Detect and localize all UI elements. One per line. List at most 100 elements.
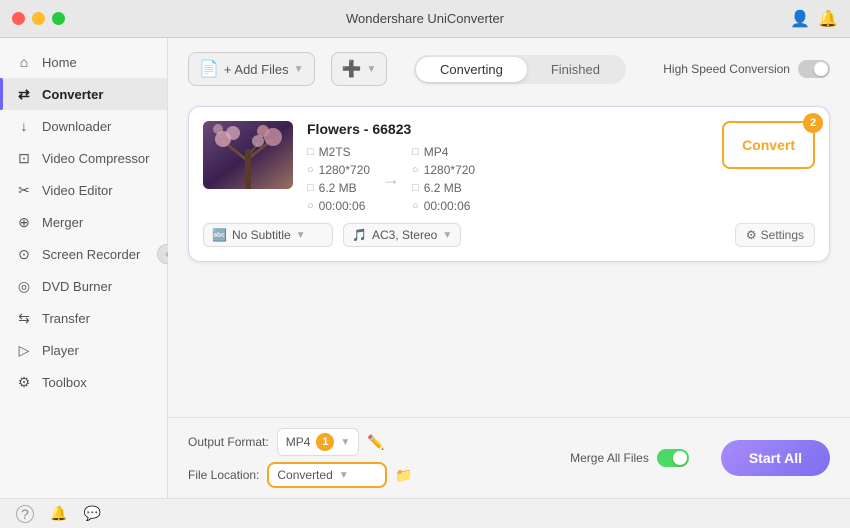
sidebar-label-converter: Converter — [42, 87, 103, 102]
subtitle-value: No Subtitle — [232, 228, 291, 242]
sidebar-label-dvd: DVD Burner — [42, 279, 112, 294]
source-size-row: □ 6.2 MB — [307, 181, 370, 195]
sidebar-label-editor: Video Editor — [42, 183, 113, 198]
compressor-icon: ⊡ — [16, 150, 32, 166]
content-area: 📄 + Add Files ▼ ➕ ▼ Converting Finished … — [168, 38, 850, 498]
tab-converting-label: Converting — [440, 62, 503, 77]
source-resolution: 1280*720 — [319, 163, 370, 177]
format-chevron: ▼ — [340, 437, 350, 448]
add-more-icon: ➕ — [342, 59, 362, 79]
converter-icon: ⇄ — [16, 86, 32, 102]
location-value: Converted — [277, 468, 332, 482]
app-title: Wondershare UniConverter — [346, 11, 504, 26]
titlebar: Wondershare UniConverter 👤 🔔 — [0, 0, 850, 38]
settings-label: Settings — [761, 228, 804, 242]
target-resolution: 1280*720 — [424, 163, 475, 177]
settings-icon: ⚙ — [746, 228, 757, 242]
format-select[interactable]: MP4 1 ▼ — [277, 428, 360, 456]
source-meta: □ M2TS ○ 1280*720 □ 6.2 MB — [307, 145, 370, 213]
convert-label: Convert — [742, 137, 795, 153]
toolbox-icon: ⚙ — [16, 374, 32, 390]
format-value: MP4 — [286, 435, 311, 449]
convert-button[interactable]: Convert — [722, 121, 815, 169]
bell-icon[interactable]: 🔔 — [818, 9, 838, 29]
titlebar-icons: 👤 🔔 — [790, 9, 838, 29]
arrow-icon: → — [382, 169, 400, 190]
audio-icon: 🎵 — [352, 228, 367, 242]
file-card-bottom: 🔤 No Subtitle ▼ 🎵 AC3, Stereo ▼ ⚙ Settin… — [203, 223, 815, 247]
high-speed-group: High Speed Conversion — [663, 60, 830, 78]
add-files-icon: 📄 — [199, 59, 219, 79]
target-meta: □ MP4 ○ 1280*720 □ 6.2 MB — [412, 145, 475, 213]
start-all-button[interactable]: Start All — [721, 440, 830, 476]
settings-button[interactable]: ⚙ Settings — [735, 223, 815, 247]
file-location-select[interactable]: Converted ▼ — [267, 462, 387, 488]
editor-icon: ✂ — [16, 182, 32, 198]
sidebar-item-video-compressor[interactable]: ⊡ Video Compressor — [0, 142, 167, 174]
tab-converting[interactable]: Converting — [416, 57, 527, 82]
file-list: Flowers - 66823 □ M2TS ○ 1280*720 — [168, 96, 850, 417]
sidebar-label-recorder: Screen Recorder — [42, 247, 140, 262]
sidebar-item-player[interactable]: ▷ Player — [0, 334, 167, 366]
audio-value: AC3, Stereo — [372, 228, 437, 242]
file-location-label: File Location: — [188, 468, 259, 482]
sidebar-item-dvd-burner[interactable]: ◎ DVD Burner — [0, 270, 167, 302]
high-speed-label: High Speed Conversion — [663, 62, 790, 76]
toolbar: 📄 + Add Files ▼ ➕ ▼ Converting Finished … — [168, 38, 850, 96]
notification-icon[interactable]: 🔔 — [50, 505, 67, 522]
tab-group: Converting Finished — [414, 55, 626, 84]
sidebar-item-transfer[interactable]: ⇆ Transfer — [0, 302, 167, 334]
resolution-icon: ○ — [307, 164, 314, 176]
subtitle-icon: 🔤 — [212, 228, 227, 242]
window-controls — [12, 12, 65, 25]
file-thumbnail — [203, 121, 293, 189]
source-duration-row: ○ 00:00:06 — [307, 199, 370, 213]
target-format-icon: □ — [412, 146, 419, 158]
audio-chevron: ▼ — [442, 230, 452, 241]
output-format-label: Output Format: — [188, 435, 269, 449]
sidebar-item-downloader[interactable]: ↓ Downloader — [0, 110, 167, 142]
maximize-button[interactable] — [52, 12, 65, 25]
source-format-row: □ M2TS — [307, 145, 370, 159]
help-icon[interactable]: ? — [16, 505, 34, 523]
home-icon: ⌂ — [16, 54, 32, 70]
target-size-row: □ 6.2 MB — [412, 181, 475, 195]
sidebar-item-home[interactable]: ⌂ Home — [0, 46, 167, 78]
add-more-button[interactable]: ➕ ▼ — [331, 52, 388, 86]
add-more-chevron: ▼ — [366, 64, 376, 75]
high-speed-toggle[interactable] — [798, 60, 830, 78]
convert-badge: 2 — [803, 113, 823, 133]
source-duration: 00:00:06 — [319, 199, 366, 213]
transfer-icon: ⇆ — [16, 310, 32, 326]
chat-icon[interactable]: 💬 — [83, 505, 100, 522]
sidebar-item-converter[interactable]: ⇄ Converter — [0, 78, 167, 110]
open-folder-icon[interactable]: 📁 — [395, 467, 412, 484]
tab-finished[interactable]: Finished — [527, 57, 624, 82]
add-files-chevron: ▼ — [294, 64, 304, 75]
sidebar-item-screen-recorder[interactable]: ⊙ Screen Recorder ‹ — [0, 238, 167, 270]
edit-format-icon[interactable]: ✏️ — [367, 434, 384, 451]
target-format: MP4 — [424, 145, 449, 159]
sidebar-item-video-editor[interactable]: ✂ Video Editor — [0, 174, 167, 206]
minimize-button[interactable] — [32, 12, 45, 25]
file-meta: □ M2TS ○ 1280*720 □ 6.2 MB — [307, 145, 708, 213]
audio-select[interactable]: 🎵 AC3, Stereo ▼ — [343, 223, 461, 247]
sidebar-label-transfer: Transfer — [42, 311, 90, 326]
close-button[interactable] — [12, 12, 25, 25]
sidebar-item-merger[interactable]: ⊕ Merger — [0, 206, 167, 238]
source-size: 6.2 MB — [319, 181, 357, 195]
merge-toggle[interactable] — [657, 449, 689, 467]
target-resolution-icon: ○ — [412, 164, 419, 176]
add-files-button[interactable]: 📄 + Add Files ▼ — [188, 52, 315, 86]
file-card-top: Flowers - 66823 □ M2TS ○ 1280*720 — [203, 121, 815, 213]
sidebar-label-home: Home — [42, 55, 77, 70]
subtitle-select[interactable]: 🔤 No Subtitle ▼ — [203, 223, 333, 247]
output-format-row: Output Format: MP4 1 ▼ ✏️ — [188, 428, 413, 456]
file-card: Flowers - 66823 □ M2TS ○ 1280*720 — [188, 106, 830, 262]
target-resolution-row: ○ 1280*720 — [412, 163, 475, 177]
location-chevron: ▼ — [339, 470, 349, 481]
sidebar-item-toolbox[interactable]: ⚙ Toolbox — [0, 366, 167, 398]
user-icon[interactable]: 👤 — [790, 9, 810, 29]
file-location-row: File Location: Converted ▼ 📁 — [188, 462, 413, 488]
target-format-row: □ MP4 — [412, 145, 475, 159]
